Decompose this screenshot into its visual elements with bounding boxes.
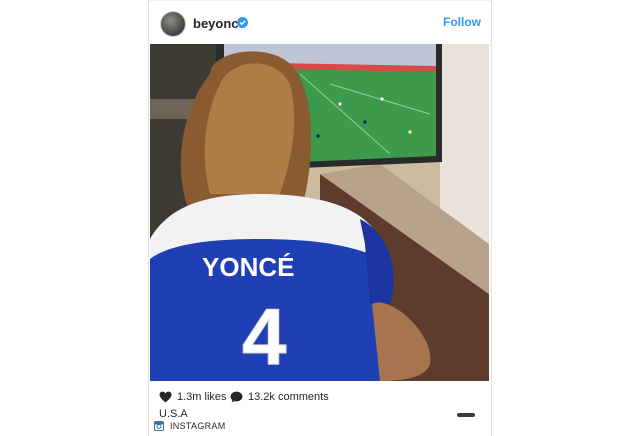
post-caption: U.S.A bbox=[159, 408, 188, 420]
brand-label: INSTAGRAM bbox=[170, 421, 226, 431]
jersey-name: YONCÉ bbox=[202, 252, 294, 282]
instagram-logo-icon bbox=[154, 421, 164, 431]
comment-bubble-icon bbox=[230, 391, 243, 403]
post-header: beyonce Follow bbox=[149, 0, 491, 46]
heart-icon bbox=[159, 391, 172, 403]
more-options-icon[interactable] bbox=[457, 413, 475, 417]
photo-scene: YONCÉ 4 bbox=[150, 44, 489, 381]
likes-count: 1.3m likes bbox=[177, 391, 227, 403]
brand-row[interactable]: INSTAGRAM bbox=[154, 421, 226, 431]
post-photo[interactable]: YONCÉ 4 bbox=[150, 44, 489, 381]
verified-badge-icon bbox=[237, 17, 248, 28]
instagram-post-card: beyonce Follow YONCÉ 4 1.3m likes 13.2k … bbox=[148, 0, 492, 436]
like-button[interactable]: 1.3m likes bbox=[159, 391, 227, 403]
jersey-number: 4 bbox=[242, 292, 287, 381]
avatar[interactable] bbox=[160, 11, 186, 37]
follow-button[interactable]: Follow bbox=[443, 15, 481, 29]
comment-button[interactable]: 13.2k comments bbox=[230, 391, 329, 403]
comments-count: 13.2k comments bbox=[248, 391, 329, 403]
